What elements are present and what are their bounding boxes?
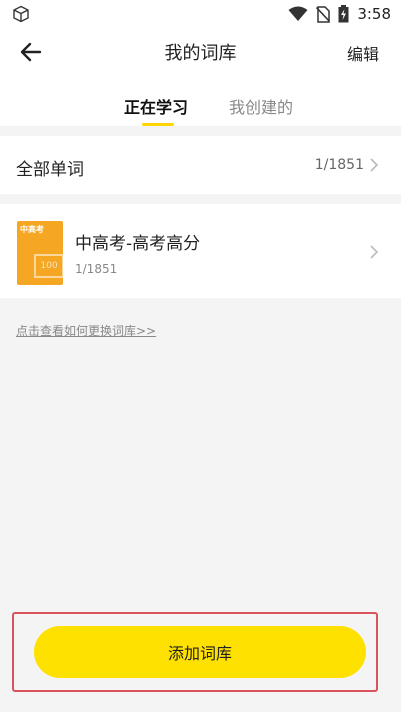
chevron-right-icon [370,245,379,259]
edit-button[interactable]: 编辑 [347,41,379,65]
all-words-row[interactable]: 全部单词 1/1851 [0,136,401,194]
page-title: 我的词库 [164,43,237,64]
bottom-spacer [0,700,401,712]
all-words-count: 1/1851 [314,157,364,173]
battery-charging-icon [338,5,349,23]
book-cover: 中高考 100 [17,221,63,285]
help-link[interactable]: 点击查看如何更换词库>> [16,322,156,339]
tab-indicator [142,123,174,126]
chevron-right-icon [370,158,379,172]
box-icon [13,5,29,23]
tab-studying[interactable]: 正在学习 [124,94,188,118]
add-library-button[interactable]: 添加词库 [34,626,366,678]
book-card[interactable]: 中高考 100 中高考-高考高分 1/1851 [0,204,401,298]
book-progress: 1/1851 [75,262,118,276]
book-name: 中高考-高考高分 [75,234,201,254]
all-words-label: 全部单词 [16,160,84,180]
status-time: 3:58 [357,5,391,23]
tab-created[interactable]: 我创建的 [229,94,293,118]
app-bar: 我的词库 编辑 [0,28,401,76]
wifi-icon [288,6,308,21]
cover-score: 100 [34,254,63,278]
status-bar: 3:58 [0,0,401,28]
no-sim-icon [316,5,331,23]
cover-badge: 中高考 [20,225,44,234]
tab-bar: 正在学习 我创建的 [0,76,401,126]
